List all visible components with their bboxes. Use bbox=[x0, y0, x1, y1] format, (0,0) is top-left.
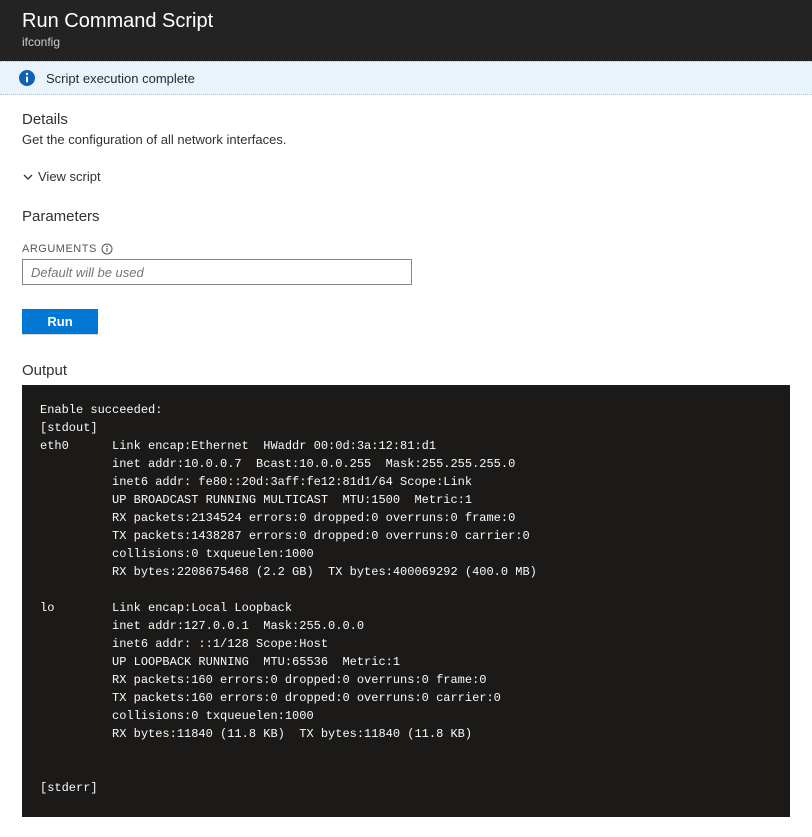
view-script-label: View script bbox=[38, 169, 101, 184]
info-icon bbox=[18, 69, 36, 87]
run-button[interactable]: Run bbox=[22, 309, 98, 334]
details-description: Get the configuration of all network int… bbox=[22, 132, 790, 147]
arguments-input[interactable] bbox=[22, 259, 412, 285]
chevron-down-icon bbox=[22, 171, 34, 183]
details-heading: Details bbox=[22, 111, 790, 128]
blade-subtitle: ifconfig bbox=[22, 35, 790, 49]
blade-title: Run Command Script bbox=[22, 10, 790, 33]
view-script-toggle[interactable]: View script bbox=[22, 169, 101, 184]
arguments-label: ARGUMENTS bbox=[22, 243, 790, 255]
output-terminal: Enable succeeded: [stdout] eth0 Link enc… bbox=[22, 385, 790, 817]
parameters-heading: Parameters bbox=[22, 208, 790, 225]
content-area: Details Get the configuration of all net… bbox=[0, 95, 812, 837]
info-icon[interactable] bbox=[101, 243, 113, 255]
status-bar: Script execution complete bbox=[0, 61, 812, 95]
blade-header: Run Command Script ifconfig bbox=[0, 0, 812, 61]
output-heading: Output bbox=[22, 362, 790, 379]
status-text: Script execution complete bbox=[46, 71, 195, 86]
